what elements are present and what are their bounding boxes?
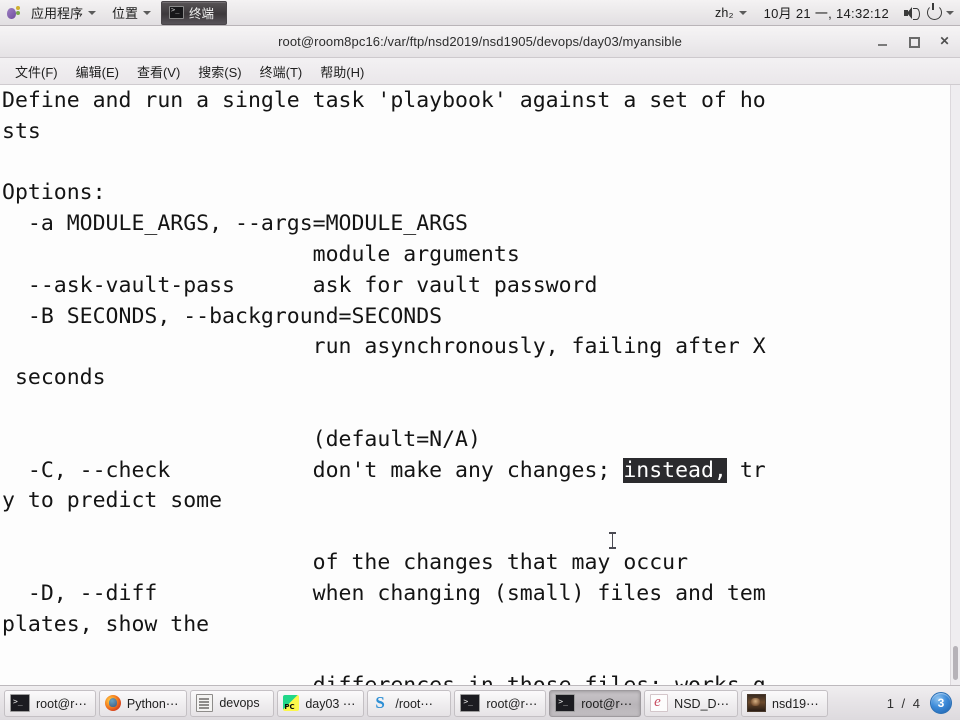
window-controls: ✕ [875, 26, 952, 57]
taskbar-item-terminal-3-active[interactable]: root@r⋯ [549, 689, 642, 717]
taskbar-item-label: root@r⋯ [581, 696, 633, 711]
menu-search[interactable]: 搜索(S) [189, 60, 250, 83]
chevron-down-icon [143, 10, 152, 15]
terminal-icon [555, 694, 576, 712]
taskbar-item-label: /root⋯ [395, 696, 433, 711]
chevron-down-icon [88, 10, 97, 15]
taskbar-item-label: day03 ⋯ [305, 696, 356, 711]
menu-terminal[interactable]: 终端(T) [251, 60, 312, 83]
close-button[interactable]: ✕ [937, 34, 952, 49]
menu-edit[interactable]: 编辑(E) [67, 60, 128, 83]
selected-text-highlight[interactable]: instead, [623, 457, 727, 483]
taskbar-item-label: root@r⋯ [486, 696, 538, 711]
terminal-icon [169, 5, 185, 19]
pycharm-icon [283, 695, 300, 711]
desktop-screen: 应用程序 位置 终端 zh₂ 10月 21 一, 14:32:12 [0, 0, 960, 720]
terminal-text-after-selection: tr y to predict some of the changes that… [2, 457, 766, 686]
taskbar-item-terminal-1[interactable]: root@r⋯ [4, 689, 96, 717]
top-panel-right-group: zh₂ 10月 21 一, 14:32:12 [705, 0, 960, 26]
places-menu-label: 位置 [112, 6, 139, 21]
taskbar-item-label: devops [219, 696, 260, 710]
window-titlebar: root@room8pc16:/var/ftp/nsd2019/nsd1905/… [0, 26, 960, 58]
clock-label[interactable]: 10月 21 一, 14:32:12 [755, 3, 898, 22]
terminal-window: root@room8pc16:/var/ftp/nsd2019/nsd1905/… [0, 26, 960, 686]
taskbar-item-firefox[interactable]: Python⋯ [98, 689, 188, 717]
active-window-menu[interactable]: 终端 [161, 0, 228, 25]
firefox-icon [104, 695, 121, 711]
gnome-foot-icon [6, 5, 21, 20]
terminal-output[interactable]: Define and run a single task 'playbook' … [0, 85, 766, 686]
input-method-indicator[interactable]: zh₂ [705, 0, 755, 26]
taskbar-item-root-folder[interactable]: /root⋯ [367, 689, 452, 717]
active-window-label: 终端 [189, 7, 215, 21]
notification-badge[interactable]: 3 [930, 692, 952, 714]
power-icon[interactable] [927, 3, 942, 20]
taskbar-item-nsd19-photo[interactable]: nsd19⋯ [741, 689, 828, 717]
terminal-scrollbar[interactable] [950, 85, 960, 686]
scrollbar-thumb[interactable] [953, 646, 958, 680]
speaker-icon[interactable] [903, 6, 920, 20]
maximize-button[interactable] [906, 34, 921, 49]
terminal-icon [460, 694, 481, 712]
taskbar-right-group: 1 / 4 3 [887, 692, 956, 714]
chevron-down-icon [738, 10, 747, 15]
terminal-text-before-selection: Define and run a single task 'playbook' … [2, 88, 766, 483]
workspace-switcher[interactable]: 1 / 4 [887, 696, 922, 711]
applications-menu[interactable]: 应用程序 [23, 0, 104, 26]
nsd-document-icon [650, 693, 669, 712]
swirl-icon [373, 693, 389, 712]
terminal-body[interactable]: Define and run a single task 'playbook' … [0, 85, 960, 686]
taskbar-item-devops[interactable]: devops [190, 689, 275, 717]
menu-help[interactable]: 帮助(H) [311, 60, 373, 83]
window-title: root@room8pc16:/var/ftp/nsd2019/nsd1905/… [278, 34, 682, 49]
applications-menu-label: 应用程序 [31, 6, 84, 21]
menu-file[interactable]: 文件(F) [6, 60, 67, 83]
chevron-down-icon[interactable] [946, 10, 954, 15]
taskbar: root@r⋯ Python⋯ devops day03 ⋯ /root⋯ ro… [0, 685, 960, 720]
top-panel-left-group: 应用程序 位置 终端 [0, 0, 229, 26]
menu-bar: 文件(F) 编辑(E) 查看(V) 搜索(S) 终端(T) 帮助(H) [0, 58, 960, 85]
taskbar-item-label: Python⋯ [126, 696, 179, 711]
photo-icon [747, 694, 767, 712]
input-method-label: zh₂ [714, 5, 734, 20]
top-panel: 应用程序 位置 终端 zh₂ 10月 21 一, 14:32:12 [0, 0, 960, 26]
menu-view[interactable]: 查看(V) [128, 60, 189, 83]
minimize-button[interactable] [875, 34, 890, 49]
taskbar-item-day03[interactable]: day03 ⋯ [277, 689, 365, 717]
taskbar-item-label: nsd19⋯ [772, 696, 819, 711]
taskbar-item-terminal-2[interactable]: root@r⋯ [454, 689, 547, 717]
terminal-icon [10, 694, 30, 712]
taskbar-item-label: root@r⋯ [36, 696, 87, 711]
taskbar-item-label: NSD_D⋯ [674, 696, 730, 711]
file-manager-icon [196, 694, 214, 712]
places-menu[interactable]: 位置 [104, 0, 159, 26]
taskbar-item-nsd-document[interactable]: NSD_D⋯ [644, 689, 739, 717]
